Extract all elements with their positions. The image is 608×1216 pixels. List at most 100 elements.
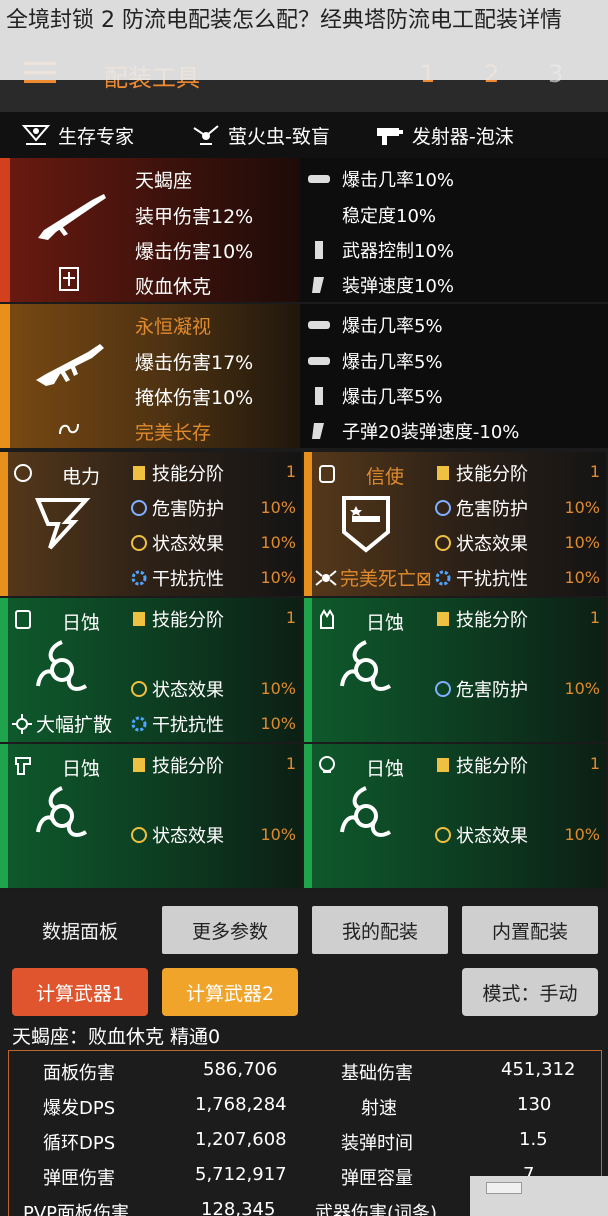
rarity-stripe [304,744,312,888]
mod-label: 装弹速度10% [342,276,455,297]
attr-label: 技能分阶 [152,464,224,485]
weapon-attributes: 天蝎座 装甲伤害12% 爆击伤害10% 败血休克 [0,158,300,302]
attr-value: 1 [285,754,296,773]
gear-slot-mask[interactable]: 电力 技能分阶 1 危害防护 10% 状态效果 10% 干扰抗性 10% [0,452,302,596]
mod-label: 武器控制10% [342,241,455,262]
attr-value: 10% [564,679,600,698]
skill-tier-icon [437,466,449,480]
gear-attr: 技能分阶 [434,606,528,632]
gear-attr: 技能分阶 [130,752,224,778]
weapon-attr: 爆击伤害17% [135,352,254,374]
gear-attr: 危害防护 [130,495,224,521]
stat-label: 弹匣伤害 [43,1168,115,1189]
attr-value: 1 [285,462,296,481]
gear-set: 日蚀 [62,758,101,780]
mod-row[interactable]: 子弹20装弹速度-10% [312,418,519,444]
more-params-button[interactable]: 更多参数 [162,906,298,954]
mod-row[interactable]: 稳定度10% [342,202,436,228]
mod-row[interactable]: 爆击几率5% [308,312,443,338]
attr-value: 10% [260,714,296,733]
rarity-stripe [0,452,8,596]
mode-toggle-button[interactable]: 模式：手动 [462,968,598,1016]
skill-tier-icon [437,612,449,626]
gear-brand: 电力 [62,466,101,488]
calc-weapon2-button[interactable]: 计算武器2 [162,968,298,1016]
weapon-slot-primary[interactable]: 天蝎座 装甲伤害12% 爆击伤害10% 败血休克 爆击几率10% 稳定度10% … [0,158,608,302]
weapon-attributes: 永恒凝视 爆击伤害17% 掩体伤害10% 完美长存 [0,304,300,448]
gear-attr: 危害防护 [434,495,528,521]
mod-row[interactable]: 爆击几率5% [308,348,443,374]
kneepads-slot-icon [319,756,335,773]
scope-icon [308,321,330,329]
mod-label: 稳定度10% [342,206,437,227]
gear-attr: 状态效果 [130,676,224,702]
gloves-slot-icon [320,609,334,629]
eclipse-set-icon [36,640,87,691]
gear-set: 日蚀 [366,758,405,780]
rarity-stripe [0,744,8,888]
talent-survivalist[interactable]: 生存专家 [20,120,134,150]
spider-icon [315,569,337,586]
builtin-builds-button[interactable]: 内置配装 [462,906,598,954]
status-effect-icon [435,535,451,551]
talent-firefly[interactable]: 萤火虫-致盲 [190,120,330,150]
status-effect-icon [131,681,147,697]
status-effect-icon [435,827,451,843]
attr-value: 10% [260,533,296,552]
mask-slot-icon [14,464,32,482]
mod-row[interactable]: 爆击几率5% [315,383,443,409]
attr-label: 技能分阶 [456,756,528,777]
attr-label: 状态效果 [456,826,528,847]
gear-slot-chest[interactable]: 日蚀 技能分阶 1 状态效果 10% 干扰抗性 10% 大幅扩散 [0,598,302,742]
rifle-icon [38,194,106,240]
mod-row[interactable]: 武器控制10% [315,237,455,263]
spread-icon [12,713,32,734]
disruption-resist-icon [435,570,451,586]
attr-label: 技能分阶 [456,610,528,631]
mod-row[interactable]: 装弹速度10% [312,272,455,298]
attr-label: 危害防护 [152,499,224,520]
backpack-slot-icon [319,465,335,483]
rail-icon [308,357,330,365]
attr-value: 10% [260,568,296,587]
stat-value: 130 [517,1094,552,1115]
talent-launcher[interactable]: 发射器-泡沫 [374,120,514,150]
gear-talent: 大幅扩散 [10,710,112,737]
rarity-stripe [0,158,10,302]
weapon-slot-secondary[interactable]: 永恒凝视 爆击伤害17% 掩体伤害10% 完美长存 爆击几率5% 爆击几率5% … [0,304,608,448]
shield-brand-icon [342,496,390,553]
muzzle-icon [315,387,323,405]
gear-talent-label: 完美死亡⊠ [340,568,432,590]
status-effect-icon [131,535,147,551]
skill-tier-icon [133,758,145,772]
watermark-logo [470,1176,608,1216]
gear-talent-label: 大幅扩散 [36,714,113,736]
stat-label: 武器伤害(词条) [315,1203,438,1216]
gear-attr: 技能分阶 [130,606,224,632]
gear-slot-backpack[interactable]: 信使 技能分阶 1 危害防护 10% 状态效果 10% 干扰抗性 10% 完美死… [304,452,606,596]
gear-attr: 状态效果 [130,530,224,556]
electrique-brand-icon [35,498,91,550]
eclipse-set-icon [340,640,391,691]
talent-shock-icon [59,267,79,291]
stat-value: 1.5 [519,1129,548,1150]
gear-slot-holster[interactable]: 日蚀 技能分阶 1 状态效果 10% [0,744,302,888]
mod-row[interactable]: 爆击几率10% [308,166,454,192]
assault-rifle-icon [36,344,104,386]
magazine-icon [312,423,324,439]
article-title-overlay: 全境封锁 2 防流电配装怎么配？经典塔防流电工配装详情 [0,0,608,80]
gear-slot-gloves[interactable]: 日蚀 技能分阶 1 危害防护 10% [304,598,606,742]
gear-slot-kneepads[interactable]: 日蚀 技能分阶 1 状态效果 10% [304,744,606,888]
calc-weapon1-button[interactable]: 计算武器1 [12,968,148,1016]
attr-label: 危害防护 [456,499,528,520]
attr-label: 危害防护 [456,680,528,701]
stat-value: 5,712,917 [195,1164,287,1185]
data-panel-tab[interactable]: 数据面板 [10,906,150,954]
weapon-attr: 装甲伤害12% [135,206,254,228]
magazine-icon [312,277,324,293]
my-builds-button[interactable]: 我的配装 [312,906,448,954]
gear-attr: 状态效果 [434,822,528,848]
rarity-stripe [304,598,312,742]
hazard-protection-icon [435,681,451,697]
article-title: 全境封锁 2 防流电配装怎么配？经典塔防流电工配装详情 [6,8,562,33]
